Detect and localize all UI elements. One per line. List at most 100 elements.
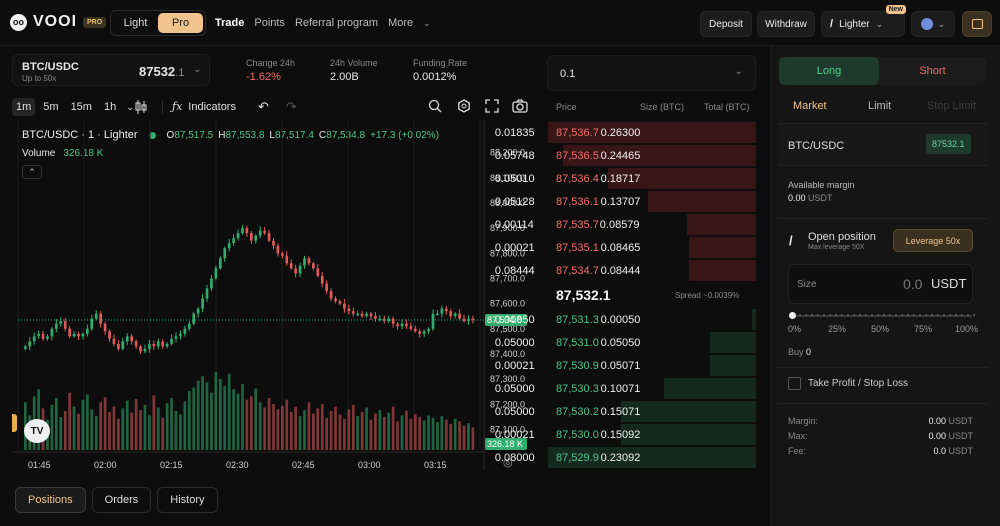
interval-1m[interactable]: 1m [12,98,36,116]
network-selector[interactable]: / Lighter ⌄ New [821,5,906,37]
ask-row[interactable]: 87,534.7 0.08444 0.08444 [495,260,756,281]
bid-row[interactable]: 87,530.0 0.00021 0.15092 [495,424,756,445]
volume-bar [427,415,430,450]
market-selector[interactable]: BTC/USDC Up to 50x 87532.1 ⌄ [12,54,210,86]
tab-history[interactable]: History [157,487,218,513]
volume-bar [449,424,453,450]
interval-1h[interactable]: 1h [100,98,120,116]
ask-row[interactable]: 87,535.1 0.00021 0.08465 [495,237,756,258]
pro-badge: PRO [83,16,107,28]
tpsl-toggle[interactable]: Take Profit / Stop Loss [788,377,908,390]
chevron-down-icon[interactable]: ⌄ [423,18,431,29]
leverage-button[interactable]: Leverage 50x [893,229,973,252]
open-position-label: Open position [808,231,876,243]
ask-row[interactable]: 87,536.7 0.01835 0.26300 [495,122,756,143]
ask-row[interactable]: 87,535.7 0.00114 0.08579 [495,214,756,235]
slider-step-dot [823,314,825,316]
logo-icon: oo [10,13,27,31]
tradingview-logo-icon[interactable]: TV [24,419,50,443]
ob-size: 0.08000 [494,451,535,464]
slider-handle[interactable] [789,312,796,319]
nav-points[interactable]: Points [254,17,285,29]
interval-5m[interactable]: 5m [39,98,62,116]
volume-bar [130,412,134,450]
indicators-button[interactable]: ƒx Indicators [172,100,236,113]
tab-positions[interactable]: Positions [15,487,86,513]
volume-bar [90,409,94,450]
interval-dropdown-icon[interactable]: ⌄ [126,102,134,113]
nav-more[interactable]: More [388,17,413,29]
camera-icon[interactable] [512,99,528,113]
candle-body [179,333,182,337]
slider-label-75[interactable]: 75% [914,324,932,334]
avail-margin-label: Available margin [788,180,855,190]
bid-row[interactable]: 87,529.9 0.08000 0.23092 [495,447,756,468]
fullscreen-icon[interactable] [485,99,499,113]
ask-row[interactable]: 87,536.5 0.05748 0.24465 [495,145,756,166]
interval-15m[interactable]: 15m [67,98,96,116]
volume-bar [55,398,58,450]
tab-orders[interactable]: Orders [91,487,152,513]
bid-row[interactable]: 87,531.3 0.00050 0.00050 [495,309,756,330]
volume-bar [165,403,169,450]
ob-total: 0.18717 [600,172,641,185]
volume-bar [405,411,408,450]
ob-size: 0.00050 [494,313,535,326]
panel-handle[interactable] [12,414,17,432]
volume-bar [161,417,165,450]
bid-row[interactable]: 87,530.2 0.05000 0.15071 [495,401,756,422]
funding-label: Funding Rate [413,58,468,68]
depth-select[interactable]: 0.1 ⌄ [547,55,756,91]
settings-icon[interactable] [457,99,471,113]
long-button[interactable]: Long [779,57,879,85]
nav-trade[interactable]: Trade [215,17,244,29]
tpsl-checkbox[interactable] [788,377,801,390]
order-type-stop-limit[interactable]: Stop Limit [927,100,976,112]
short-button[interactable]: Short [879,57,986,85]
price-chart[interactable]: 88,200.088,100.088,000.087,900.087,800.0… [12,120,530,470]
new-badge: New [885,5,906,14]
slider-label-0[interactable]: 0% [788,324,801,334]
bid-row[interactable]: 87,531.0 0.05000 0.05050 [495,332,756,353]
deposit-button[interactable]: Deposit [700,11,752,37]
pro-mode-button[interactable]: Pro [158,13,203,33]
ob-price: 87,530.3 [556,382,599,395]
x-tick-label: 01:45 [28,460,51,470]
bid-row[interactable]: 87,530.3 0.05000 0.10071 [495,378,756,399]
candle-body [130,336,134,342]
ask-row[interactable]: 87,536.1 0.05128 0.13707 [495,191,756,212]
candle-body [258,230,262,236]
bid-row[interactable]: 87,530.9 0.00021 0.05071 [495,355,756,376]
zoom-icon[interactable] [428,99,442,113]
volume-bar [409,418,413,450]
size-input[interactable]: Size 0.0 USDT [788,264,973,304]
volume-bar [214,372,218,450]
size-slider[interactable] [792,315,972,317]
nav-referral[interactable]: Referral program [295,17,378,29]
ask-row[interactable]: 87,536.4 0.05010 0.18717 [495,168,756,189]
ob-size: 0.05000 [494,382,535,395]
undo-icon[interactable]: ↶ [258,99,269,115]
slider-label-25[interactable]: 25% [828,324,846,334]
slider-label-50[interactable]: 50% [871,324,889,334]
logo[interactable]: oo VOOI PRO [10,13,107,31]
light-mode-button[interactable]: Light [113,13,158,33]
bag-button[interactable] [962,11,992,37]
summary-margin-unit: USDT [948,416,974,426]
ob-price: 87,536.7 [556,126,599,139]
ob-total: 0.26300 [600,126,641,139]
order-type-limit[interactable]: Limit [868,100,891,112]
volume-bar [77,413,80,450]
order-type-market[interactable]: Market [793,100,827,112]
volume-bar [418,417,422,450]
candle-body [192,313,196,324]
ob-price: 87,534.7 [556,264,599,277]
account-button[interactable]: ⌄ [911,11,955,37]
withdraw-button[interactable]: Withdraw [757,11,815,37]
candle-body [72,333,76,337]
redo-icon[interactable]: ↷ [286,99,297,115]
slider-step-dot [859,314,861,316]
slider-label-100[interactable]: 100% [955,324,978,334]
volume-bar [250,396,253,450]
candle-type-icon[interactable] [134,99,148,115]
